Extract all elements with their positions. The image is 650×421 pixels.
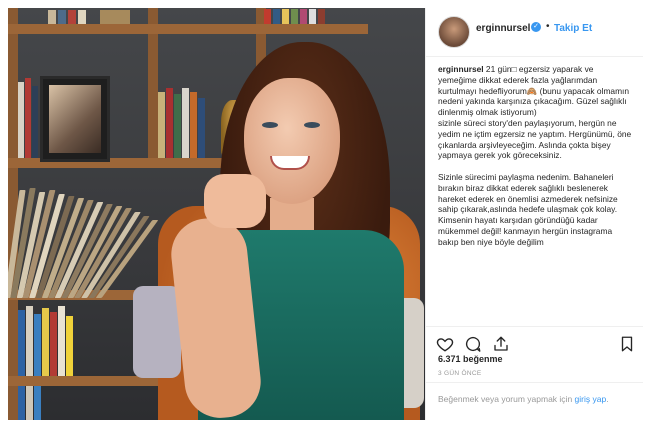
record-collection <box>8 180 180 298</box>
share-icon[interactable] <box>492 335 510 353</box>
post-header: erginnursel ✓ • Takip Et <box>426 8 643 57</box>
post-caption: erginnursel 21 gün□ egzersiz yaparak ve … <box>438 64 632 332</box>
login-prompt-text: Beğenmek veya yorum yapmak için <box>438 394 575 404</box>
post-date: 3 GÜN ÖNCE <box>438 370 482 377</box>
username-link[interactable]: erginnursel <box>476 23 530 34</box>
post-photo[interactable] <box>8 8 425 420</box>
post-sidebar: erginnursel ✓ • Takip Et erginnursel 21 … <box>425 8 643 420</box>
bookmark-icon[interactable] <box>618 335 636 353</box>
caption-username-link[interactable]: erginnursel <box>438 64 484 74</box>
login-prompt: Beğenmek veya yorum yapmak için giriş ya… <box>438 393 633 405</box>
caption-text: 21 gün□ egzersiz yaparak ve yemeğime dik… <box>438 64 632 247</box>
comment-icon[interactable] <box>464 335 482 353</box>
framed-photo <box>40 76 110 162</box>
login-prompt-end: . <box>606 394 609 404</box>
verified-badge-icon: ✓ <box>531 22 541 32</box>
pillow <box>133 286 181 378</box>
separator-dot: • <box>546 21 550 32</box>
login-link[interactable]: giriş yap <box>575 394 607 404</box>
books <box>18 300 138 376</box>
heart-icon[interactable] <box>436 335 454 353</box>
avatar[interactable] <box>438 16 470 48</box>
follow-button[interactable]: Takip Et <box>554 23 592 34</box>
post-actions <box>426 326 643 357</box>
likes-count[interactable]: 6.371 beğenme <box>438 354 503 364</box>
comment-bar: Beğenmek veya yorum yapmak için giriş ya… <box>426 382 643 421</box>
books <box>18 384 138 420</box>
bookshelf <box>8 24 368 34</box>
books <box>264 8 364 24</box>
books <box>48 8 148 24</box>
person-hand <box>204 174 266 228</box>
